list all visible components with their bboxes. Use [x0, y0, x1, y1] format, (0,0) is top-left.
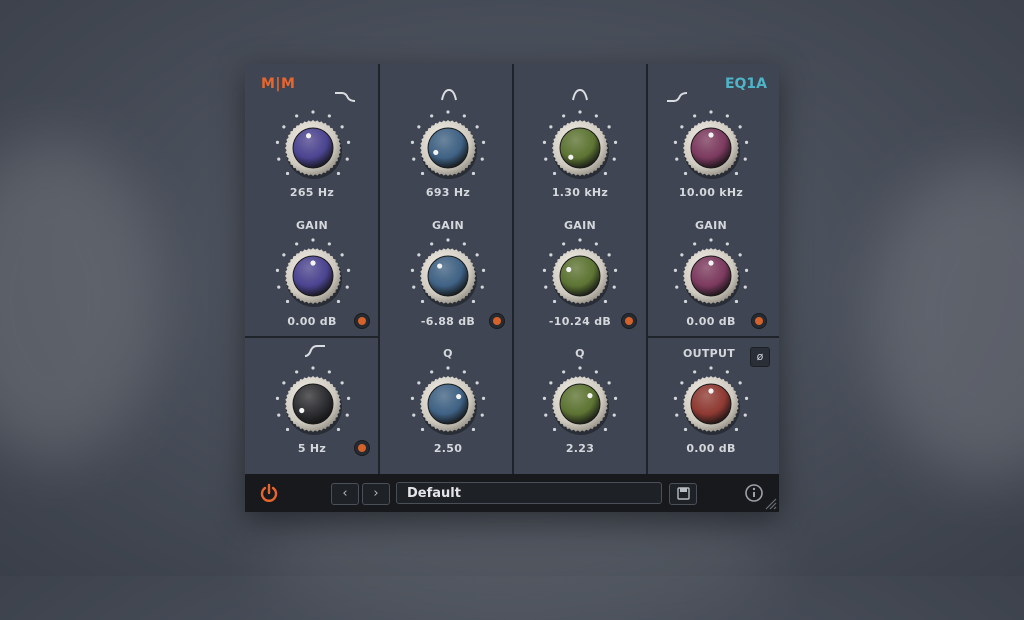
output-gain-value: 0.00 dB — [686, 442, 736, 455]
high-mid-freq-knob[interactable] — [540, 108, 620, 188]
low-mid-q-knob[interactable] — [408, 364, 488, 444]
low-shelf-gain-knob[interactable] — [273, 236, 353, 316]
bell-icon — [441, 88, 457, 101]
high-shelf-gain-value: 0.00 dB — [686, 315, 736, 328]
preset-name-field[interactable]: Default — [396, 482, 662, 504]
output-gain-knob[interactable] — [671, 364, 751, 444]
low-mid-gain-label: GAIN — [431, 219, 465, 232]
high-shelf-freq-value: 10.00 kHz — [678, 186, 744, 199]
divider — [512, 64, 514, 474]
phase-invert-button[interactable]: ø — [750, 347, 770, 367]
low-mid-freq-value: 693 Hz — [425, 186, 471, 199]
low-mid-gain-value: -6.88 dB — [420, 315, 476, 328]
low-mid-gain-knob[interactable] — [408, 236, 488, 316]
high-mid-gain-value: -10.24 dB — [548, 315, 612, 328]
high-shelf-freq-knob[interactable] — [671, 108, 751, 188]
high-shelf-gain-knob[interactable] — [671, 236, 751, 316]
divider — [378, 64, 380, 474]
low-shelf-freq-value: 265 Hz — [289, 186, 335, 199]
background-blur-left — [0, 140, 160, 460]
low-mid-band-toggle[interactable] — [489, 313, 505, 329]
low-mid-q-label: Q — [443, 347, 453, 360]
next-preset-button[interactable]: › — [362, 483, 390, 505]
divider — [648, 336, 779, 338]
low-mid-freq-knob[interactable] — [408, 108, 488, 188]
resize-handle-icon[interactable] — [763, 496, 777, 510]
low-cut-freq-knob[interactable] — [273, 364, 353, 444]
low-shelf-gain-value: 0.00 dB — [287, 315, 337, 328]
high-mid-q-label: Q — [575, 347, 585, 360]
bell-icon — [572, 88, 588, 101]
high-mid-q-knob[interactable] — [540, 364, 620, 444]
high-mid-band-toggle[interactable] — [621, 313, 637, 329]
divider — [646, 64, 648, 474]
output-label: OUTPUT — [682, 347, 736, 360]
high-mid-q-value: 2.23 — [565, 442, 595, 455]
previous-preset-button[interactable]: ‹ — [331, 483, 359, 505]
high-pass-icon — [304, 345, 325, 357]
low-cut-toggle[interactable] — [354, 440, 370, 456]
background-blur-bottom — [260, 500, 780, 620]
high-mid-gain-label: GAIN — [563, 219, 597, 232]
low-cut-freq-value: 5 Hz — [297, 442, 327, 455]
eq1a-logo: EQ1A — [724, 76, 767, 92]
high-mid-freq-value: 1.30 kHz — [551, 186, 609, 199]
low-mid-q-value: 2.50 — [433, 442, 463, 455]
high-mid-gain-knob[interactable] — [540, 236, 620, 316]
high-shelf-gain-label: GAIN — [694, 219, 728, 232]
save-icon — [677, 487, 690, 500]
low-shelf-band-toggle[interactable] — [354, 313, 370, 329]
save-preset-button[interactable] — [669, 483, 697, 505]
low-shelf-freq-knob[interactable] — [273, 108, 353, 188]
low-shelf-icon — [335, 92, 356, 102]
eq-plugin-window: M|M EQ1A 265 Hz GAIN 0.00 dB 5 Hz 693 Hz… — [245, 64, 779, 512]
high-shelf-icon — [667, 92, 688, 102]
mm-logo: M|M — [261, 76, 296, 92]
low-shelf-gain-label: GAIN — [295, 219, 329, 232]
divider — [245, 336, 378, 338]
footer-bar: ‹ › Default — [245, 474, 779, 512]
high-shelf-band-toggle[interactable] — [751, 313, 767, 329]
info-icon[interactable] — [744, 483, 764, 503]
power-icon[interactable] — [259, 483, 279, 503]
background-blur-right — [870, 160, 1024, 480]
